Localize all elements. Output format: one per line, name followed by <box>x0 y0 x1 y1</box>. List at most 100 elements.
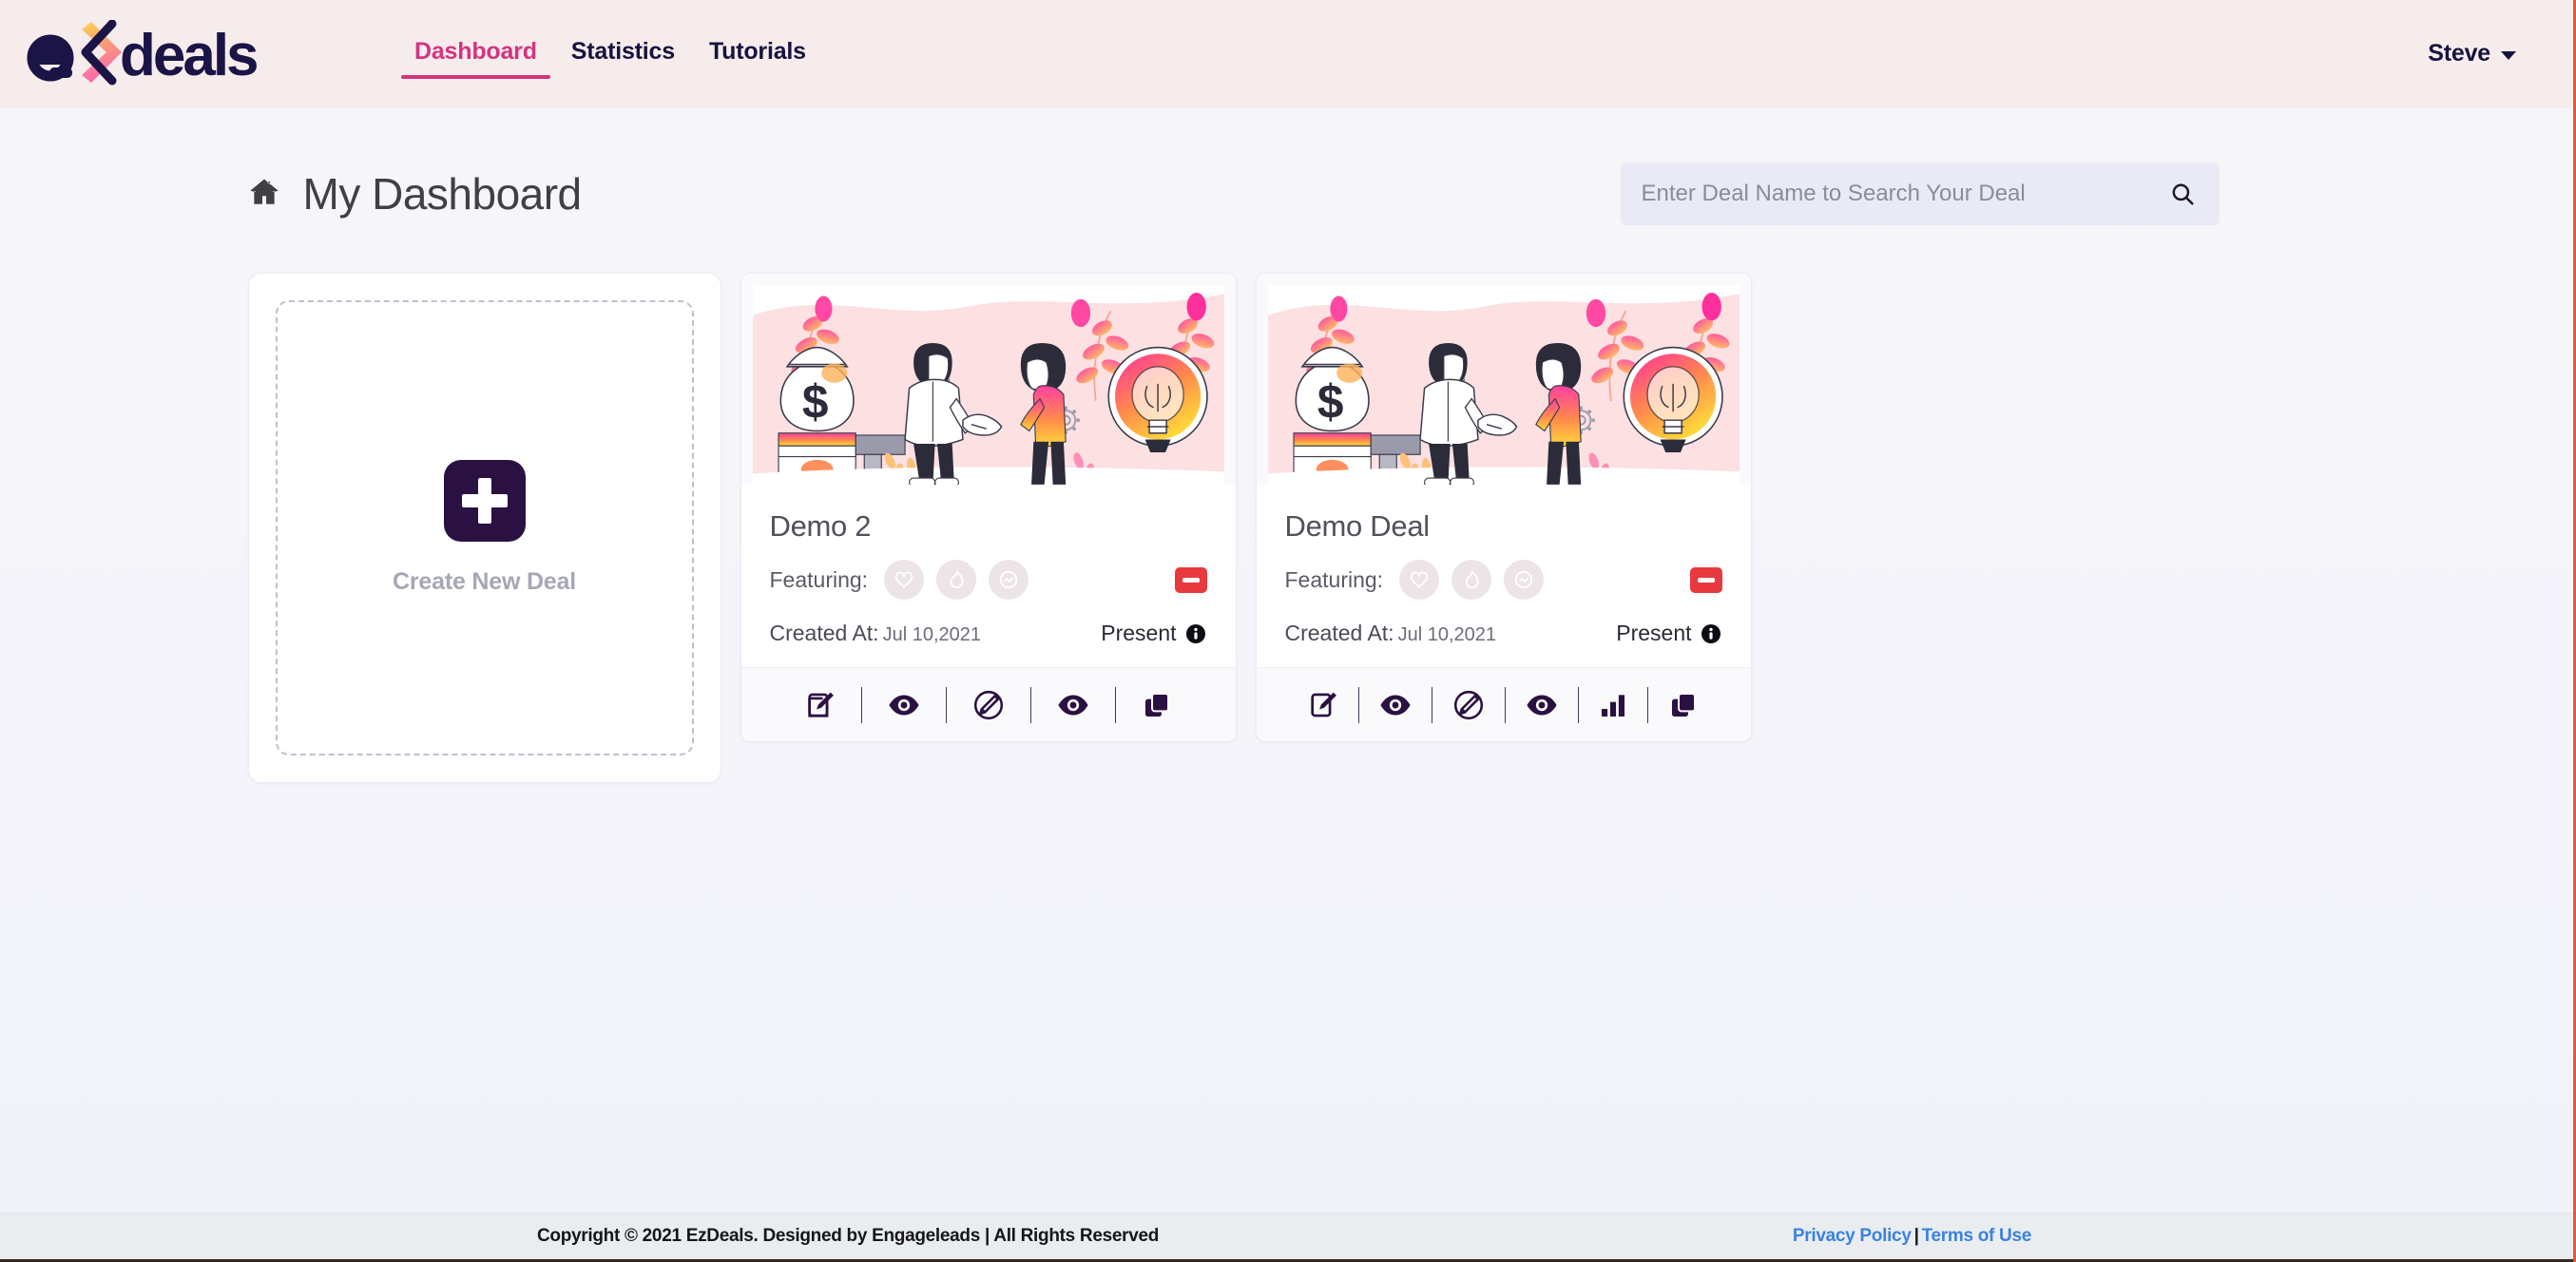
privacy-policy-link[interactable]: Privacy Policy <box>1793 1226 1912 1246</box>
nav-link-dashboard[interactable]: Dashboard <box>397 32 554 81</box>
present-status[interactable]: Present <box>1616 621 1721 646</box>
home-icon <box>249 179 279 204</box>
deal-name: Demo 2 <box>769 509 872 543</box>
remove-deal-button[interactable] <box>1174 566 1207 593</box>
page-title: My Dashboard <box>246 168 582 220</box>
ezdeals-logo-icon: deals <box>27 19 260 88</box>
nav-links: Dashboard Statistics Tutorials <box>397 0 823 107</box>
terms-of-use-link[interactable]: Terms of Use <box>1922 1226 2032 1246</box>
nav-link-tutorials[interactable]: Tutorials <box>692 32 823 81</box>
featuring-row: Featuring: <box>770 560 1207 600</box>
deal-meta-row: Created At: Jul 10,2021 Present <box>1285 621 1722 646</box>
eye-glyph <box>1057 695 1088 715</box>
page-title-text: My Dashboard <box>302 169 583 219</box>
action-divider <box>1029 686 1031 723</box>
deal-actions-bar <box>1256 667 1751 741</box>
heart-icon[interactable] <box>884 560 925 600</box>
present-label: Present <box>1616 621 1692 645</box>
action-divider <box>945 686 947 723</box>
eye-glyph <box>888 695 919 715</box>
pencil-circle-glyph <box>1453 690 1484 719</box>
user-menu[interactable]: Steve <box>2428 40 2516 67</box>
navbar-right: Steve <box>2428 40 2535 67</box>
deal-name: Demo Deal <box>1284 509 1431 543</box>
trending-glyph <box>999 570 1018 589</box>
deal-actions-bar <box>740 667 1236 741</box>
content-wrapper: My Dashboard Enter Deal Name to Search Y… <box>246 107 2328 783</box>
search-input[interactable] <box>1641 181 2170 207</box>
copy-glyph <box>1144 692 1169 717</box>
create-new-deal-dropzone: Create New Deal <box>275 300 694 755</box>
deal-card-body: Demo 2 Featuring: Created At: Jul 10,202… <box>740 485 1236 667</box>
created-at: Created At: Jul 10,2021 <box>1285 621 1497 646</box>
action-divider <box>1114 686 1116 723</box>
present-status[interactable]: Present <box>1101 621 1206 646</box>
nav-link-statistics[interactable]: Statistics <box>554 32 692 81</box>
deal-card: $ <box>740 273 1237 742</box>
eye-icon[interactable] <box>1031 683 1115 727</box>
action-divider <box>1358 686 1359 723</box>
deal-card: $ <box>1255 273 1752 742</box>
action-divider <box>1578 686 1579 723</box>
eye-glyph <box>1527 695 1557 715</box>
create-new-deal-card[interactable]: Create New Deal <box>247 273 721 783</box>
trending-up-icon[interactable] <box>989 560 1029 600</box>
featuring-badges: Featuring: <box>770 560 1029 600</box>
chevron-down-icon <box>2501 51 2516 60</box>
action-divider <box>860 686 862 723</box>
featuring-label: Featuring: <box>1284 566 1384 592</box>
flame-icon[interactable] <box>1451 560 1492 600</box>
eye-icon[interactable] <box>1359 683 1432 727</box>
pencil-circle-icon[interactable] <box>947 683 1030 727</box>
flame-glyph <box>1465 569 1479 589</box>
action-divider <box>1505 686 1506 723</box>
copy-icon[interactable] <box>1116 683 1198 727</box>
svg-text:$: $ <box>801 375 828 429</box>
search-button[interactable] <box>2170 182 2195 206</box>
deal-meta-row: Created At: Jul 10,2021 Present <box>770 621 1207 646</box>
heart-glyph <box>1410 571 1429 588</box>
page-header: My Dashboard <box>246 153 2328 235</box>
eye-icon[interactable] <box>1506 683 1578 727</box>
svg-text:deals: deals <box>120 23 257 88</box>
info-icon[interactable] <box>1700 622 1722 645</box>
heart-glyph <box>894 571 913 588</box>
app-frame: deals Dashboard Statistics Tutorials Ste… <box>0 0 2576 1262</box>
brand-logo[interactable]: deals <box>27 0 331 107</box>
flame-glyph <box>950 569 964 589</box>
footer-separator: | <box>1913 1225 1919 1246</box>
page-content: My Dashboard Enter Deal Name to Search Y… <box>0 107 2573 1262</box>
created-at-label: Created At: <box>1284 621 1394 645</box>
edit-square-icon[interactable] <box>779 683 861 727</box>
eye-glyph <box>1380 695 1411 715</box>
handshake-illustration: $ <box>1267 285 1740 485</box>
pencil-circle-glyph <box>973 690 1003 719</box>
edit-square-icon[interactable] <box>1288 683 1358 727</box>
remove-deal-button[interactable] <box>1689 566 1722 593</box>
copy-glyph <box>1671 692 1697 717</box>
search-box[interactable] <box>1620 163 2220 225</box>
bar-chart-glyph <box>1602 694 1624 717</box>
deal-thumbnail[interactable]: $ <box>740 274 1236 485</box>
top-navbar: deals Dashboard Statistics Tutorials Ste… <box>0 0 2573 107</box>
edit-square-glyph <box>1311 692 1336 717</box>
present-label: Present <box>1101 621 1177 645</box>
eye-icon[interactable] <box>862 683 946 727</box>
flame-icon[interactable] <box>936 560 977 600</box>
user-name-label: Steve <box>2428 40 2490 67</box>
create-new-deal-label: Create New Deal <box>393 568 576 595</box>
created-at: Created At: Jul 10,2021 <box>770 621 982 646</box>
info-icon[interactable] <box>1184 622 1207 645</box>
search-icon <box>2172 183 2194 205</box>
copy-icon[interactable] <box>1648 683 1719 727</box>
handshake-illustration: $ <box>752 285 1224 485</box>
created-at-date: Jul 10,2021 <box>1397 624 1496 645</box>
bar-chart-icon[interactable] <box>1579 683 1647 727</box>
action-divider <box>1647 686 1648 723</box>
trending-up-icon[interactable] <box>1504 560 1545 600</box>
heart-icon[interactable] <box>1399 560 1440 600</box>
trending-glyph <box>1514 570 1533 589</box>
deal-card-body: Demo Deal Featuring: Created At: Jul 10,… <box>1256 485 1751 667</box>
pencil-circle-icon[interactable] <box>1432 683 1505 727</box>
deal-thumbnail[interactable]: $ <box>1256 274 1751 485</box>
